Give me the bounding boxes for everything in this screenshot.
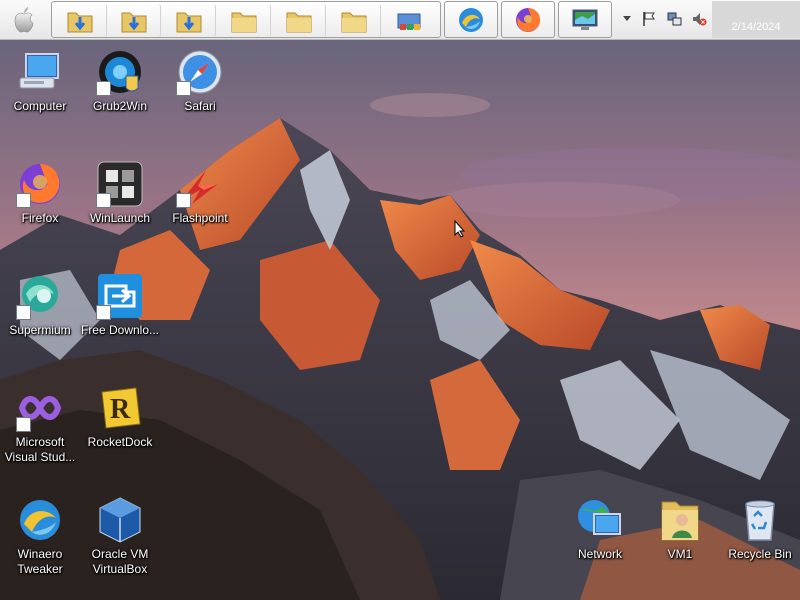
quick-launch-button[interactable] (218, 4, 271, 37)
desktop-icon-rocketdock[interactable]: R RocketDock (80, 384, 160, 488)
shortcut-arrow-icon (96, 193, 111, 208)
network-icon (667, 12, 682, 26)
virtualbox-icon (99, 497, 141, 543)
tray-overflow-button[interactable] (618, 10, 636, 28)
desktop-icon-label: Free Downlo... (80, 323, 160, 337)
desktop-icon-label: Oracle VM VirtualBox (91, 547, 149, 576)
taskbar-app-button[interactable] (444, 1, 498, 38)
desktop-icon-supermium[interactable]: Supermium (0, 272, 80, 376)
shortcut-arrow-icon (176, 193, 191, 208)
downloads-folder-icon (121, 12, 147, 32)
quick-launch-button[interactable] (273, 4, 326, 37)
desktop-icon-label: Winaero Tweaker (17, 547, 63, 576)
monitor-icon (572, 9, 598, 30)
taskbar: 2/14/2024 (0, 0, 800, 40)
quick-launch-toolbar (51, 1, 441, 38)
network-icon (578, 500, 621, 535)
desktop-icon-label: Computer (13, 99, 67, 113)
desktop-icon-computer[interactable]: Computer (0, 48, 80, 152)
desktop-icon-visual-studio[interactable]: Microsoft Visual Stud... (0, 384, 80, 488)
desktop-icon-label: Safari (184, 99, 216, 113)
start-button[interactable] (6, 4, 42, 36)
winaero-tweaker-icon (459, 8, 483, 32)
shortcut-arrow-icon (16, 305, 31, 320)
recycle-bin-icon (745, 500, 775, 541)
desktop-icon-safari[interactable]: Safari (160, 48, 240, 152)
folder-icon (231, 12, 257, 32)
desktop-icon-label: WinLaunch (89, 211, 151, 225)
quick-launch-button[interactable] (383, 4, 435, 37)
shortcut-arrow-icon (96, 305, 111, 320)
apple-logo-icon (14, 7, 34, 33)
desktop-icon-grub2win[interactable]: Grub2Win (80, 48, 160, 152)
shortcut-arrow-icon (96, 81, 111, 96)
chevron-down-icon (623, 16, 631, 21)
desktop-icon-flashpoint[interactable]: Flashpoint (160, 160, 240, 264)
taskbar-app-button[interactable] (558, 1, 612, 38)
volume-muted-icon (693, 13, 707, 26)
quick-launch-button[interactable] (108, 4, 161, 37)
folder-icon (341, 12, 367, 32)
flag-icon (643, 12, 655, 26)
desktop-icon-label: Microsoft Visual Stud... (4, 435, 76, 464)
winaero-tweaker-icon (20, 500, 60, 540)
network-tray-button[interactable] (666, 10, 684, 28)
desktop-icon-network[interactable]: Network (560, 496, 640, 600)
desktop-icon-vm1[interactable]: VM1 (640, 496, 720, 600)
desktop-icon-label: Firefox (21, 211, 59, 225)
firefox-icon (516, 8, 541, 32)
shortcut-arrow-icon (16, 193, 31, 208)
clock-date: 2/14/2024 (731, 21, 781, 33)
desktop-icon-label: VM1 (667, 547, 693, 561)
desktop-icon-label: Recycle Bin (728, 547, 792, 561)
desktop-icon-recycle-bin[interactable]: Recycle Bin (720, 496, 800, 600)
desktop-icon-label: Network (577, 547, 622, 561)
shortcut-arrow-icon (16, 417, 31, 432)
downloads-folder-icon (67, 12, 93, 32)
downloads-folder-icon (176, 12, 202, 32)
control-panel-icon (397, 13, 421, 30)
desktop-icon-winlaunch[interactable]: WinLaunch (80, 160, 160, 264)
desktop-icon-virtualbox[interactable]: Oracle VM VirtualBox (80, 496, 160, 600)
taskbar-app-button[interactable] (501, 1, 555, 38)
shortcut-arrow-icon (176, 81, 191, 96)
action-center-tray-button[interactable] (640, 10, 658, 28)
desktop-icon-label: Grub2Win (92, 99, 148, 113)
desktop-icon-winaero-tweaker[interactable]: Winaero Tweaker (0, 496, 80, 600)
desktop-icon-free-download-manager[interactable]: Free Downlo... (80, 272, 160, 376)
mouse-pointer-icon (454, 220, 466, 238)
quick-launch-button[interactable] (328, 4, 381, 37)
computer-icon (19, 53, 59, 89)
svg-text:R: R (110, 394, 131, 425)
quick-launch-button[interactable] (163, 4, 216, 37)
rocketdock-icon: R (101, 387, 141, 429)
quick-launch-button[interactable] (54, 4, 107, 37)
user-folder-icon (661, 501, 699, 541)
desktop-icon-firefox[interactable]: Firefox (0, 160, 80, 264)
desktop-icon-label: Supermium (9, 323, 71, 337)
desktop-icon-label: RocketDock (87, 435, 153, 449)
desktop-icon-label: Flashpoint (172, 211, 228, 225)
system-clock[interactable]: 2/14/2024 (712, 1, 800, 38)
folder-icon (286, 12, 312, 32)
volume-tray-button[interactable] (690, 10, 708, 28)
